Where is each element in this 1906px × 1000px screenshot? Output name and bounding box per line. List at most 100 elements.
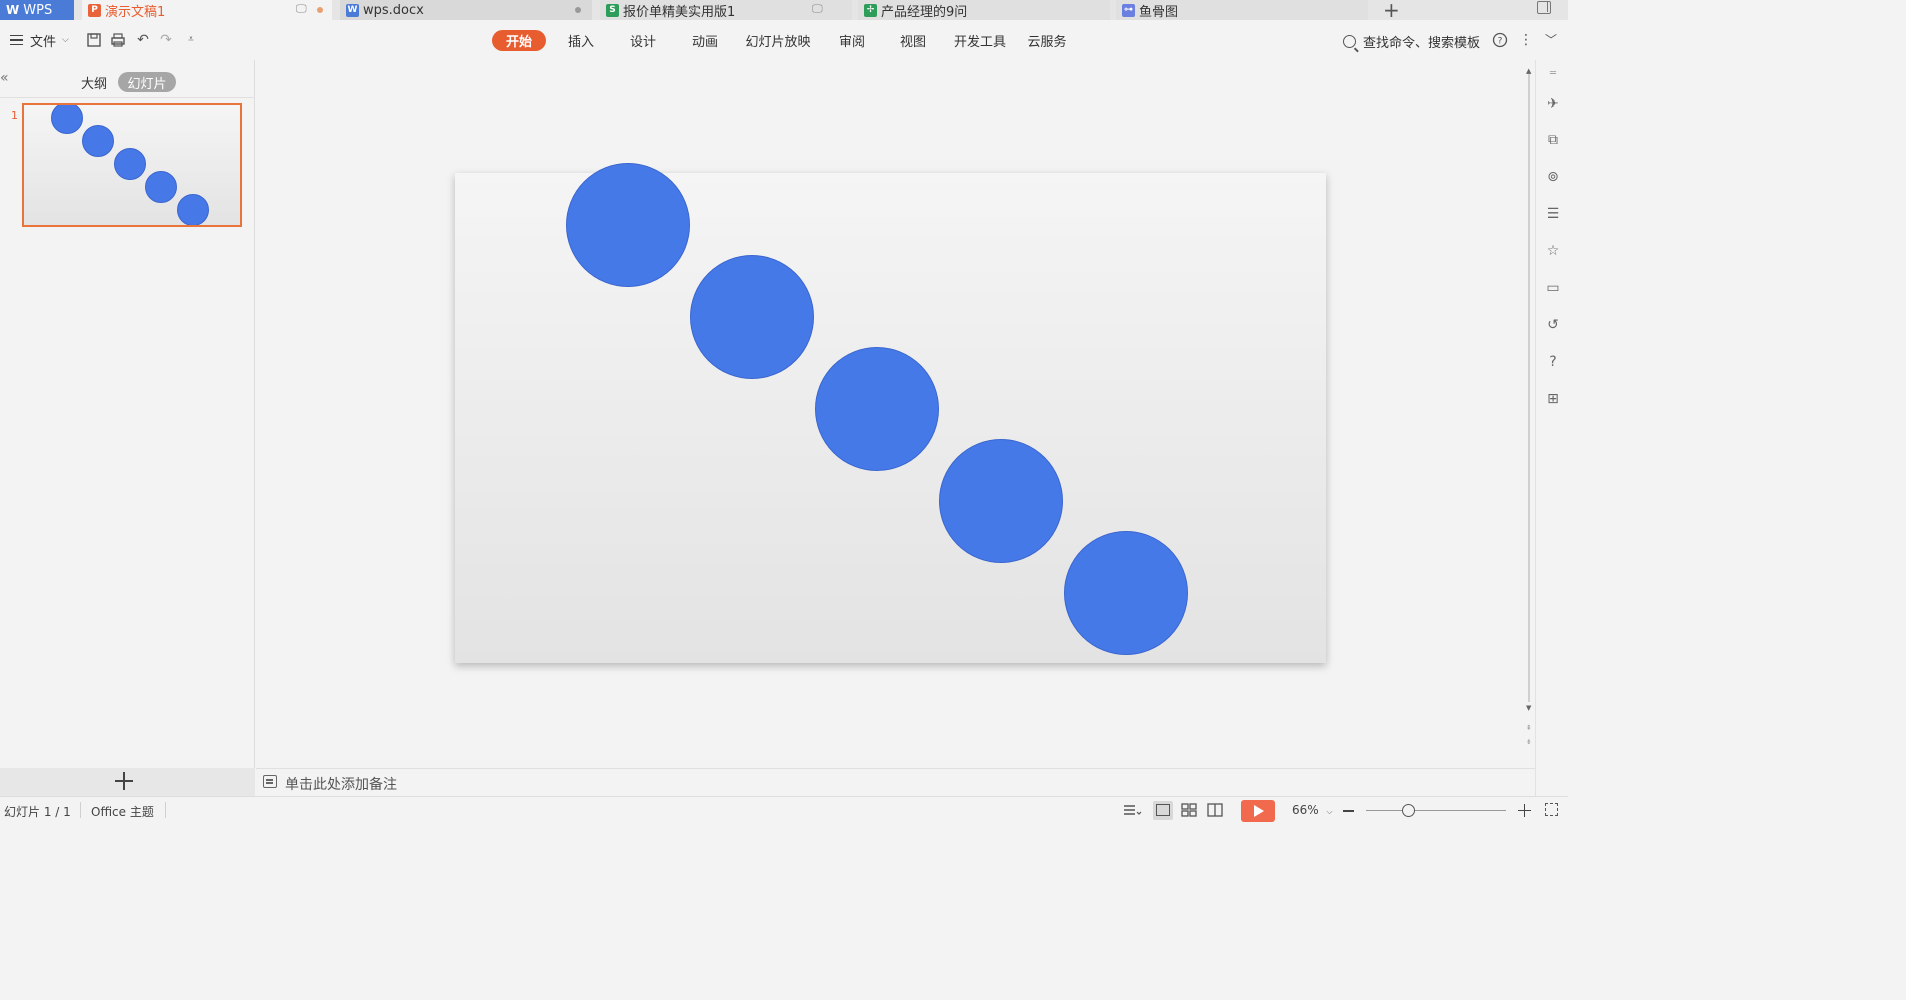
scroll-down-icon[interactable]: ▼ bbox=[1526, 704, 1531, 712]
hamburger-menu-icon[interactable] bbox=[10, 35, 23, 45]
menu-tab-review[interactable]: 审阅 bbox=[833, 30, 871, 51]
pin-icon[interactable]: ✈ bbox=[1545, 96, 1561, 112]
tab-slides[interactable]: 幻灯片 bbox=[118, 72, 176, 92]
help-circle-icon[interactable]: ? bbox=[1545, 354, 1561, 370]
menu-tab-insert[interactable]: 插入 bbox=[562, 30, 600, 51]
tab-fishbone[interactable]: ⊶ 鱼骨图 bbox=[1116, 0, 1368, 20]
right-sidebar: ═ ✈ ⧉ ⊚ ☰ ☆ ▭ ↺ ? ⊞ bbox=[1535, 60, 1568, 796]
help-icon[interactable]: ? bbox=[1492, 32, 1508, 48]
copy-shapes-icon[interactable]: ⧉ bbox=[1545, 132, 1561, 148]
normal-view-frame bbox=[1156, 804, 1170, 816]
more-options-icon[interactable]: ⋮ bbox=[1518, 32, 1534, 48]
circle-shape[interactable] bbox=[939, 439, 1063, 563]
slide-count: 幻灯片 1 / 1 bbox=[4, 805, 71, 819]
undo-icon[interactable]: ↶ bbox=[135, 32, 151, 48]
tab-document[interactable]: W wps.docx bbox=[340, 0, 592, 20]
tab-label: wps.docx bbox=[363, 2, 424, 18]
shapes-icon[interactable]: ⊚ bbox=[1545, 169, 1561, 185]
slide-editor bbox=[256, 60, 1524, 768]
scroll-track[interactable] bbox=[1528, 74, 1530, 702]
zoom-slider[interactable] bbox=[1366, 810, 1506, 811]
normal-view-icon[interactable] bbox=[1153, 801, 1173, 820]
circle-shape[interactable] bbox=[690, 255, 814, 379]
monitor-icon: 🖵 bbox=[296, 2, 307, 15]
tab-spreadsheet[interactable]: S 报价单精美实用版1 🖵 bbox=[600, 0, 852, 20]
tab-label: 产品经理的9问 bbox=[881, 4, 968, 20]
menu-tab-animation[interactable]: 动画 bbox=[686, 30, 724, 51]
search-label: 查找命令、搜索模板 bbox=[1363, 36, 1481, 51]
file-menu-label: 文件 bbox=[30, 34, 57, 50]
history-icon[interactable]: ↺ bbox=[1545, 317, 1561, 333]
menu-tab-slideshow[interactable]: 幻灯片放映 bbox=[744, 30, 812, 51]
menu-tab-cloud[interactable]: 云服务 bbox=[1026, 30, 1068, 51]
menu-tab-developer[interactable]: 开发工具 bbox=[952, 30, 1008, 51]
save-icon[interactable] bbox=[86, 32, 102, 48]
chevron-down-icon: ⌵ bbox=[62, 35, 69, 45]
next-slide-icon[interactable]: ⇟ bbox=[1526, 738, 1532, 746]
vertical-scrollbar[interactable]: ▲ ▼ ⇞ ⇟ bbox=[1524, 60, 1535, 768]
divider bbox=[0, 97, 255, 98]
redo-icon[interactable]: ↷ bbox=[158, 32, 174, 48]
add-slide-icon[interactable] bbox=[115, 772, 133, 790]
zoom-level[interactable]: 66% ⌵ bbox=[1292, 803, 1333, 817]
flowchart-file-icon: ⊶ bbox=[1122, 3, 1135, 17]
slide-thumbnail[interactable] bbox=[22, 103, 242, 227]
tab-label: 鱼骨图 bbox=[1139, 4, 1179, 20]
tab-outline[interactable]: 大纲 bbox=[78, 72, 110, 92]
archive-icon[interactable]: ▭ bbox=[1545, 280, 1561, 296]
tab-status-dot-icon bbox=[575, 7, 581, 13]
notes-pane[interactable]: 单击此处添加备注 bbox=[256, 768, 1535, 796]
slide-sorter-icon[interactable] bbox=[1179, 801, 1199, 820]
slide-panel: « 大纲 幻灯片 1 bbox=[0, 60, 255, 768]
previous-slide-icon[interactable]: ⇞ bbox=[1526, 724, 1532, 732]
customize-toolbar-icon[interactable]: ⩡ bbox=[183, 32, 199, 48]
search-icon bbox=[1343, 35, 1356, 48]
circle-shape[interactable] bbox=[566, 163, 690, 287]
command-search[interactable]: 查找命令、搜索模板 bbox=[1343, 32, 1480, 51]
mindmap-file-icon: ✢ bbox=[864, 3, 877, 17]
tab-label: 演示文稿1 bbox=[105, 4, 166, 20]
apps-grid-icon[interactable]: ⊞ bbox=[1545, 391, 1561, 407]
theme-name[interactable]: Office 主题 bbox=[91, 803, 154, 820]
print-icon[interactable] bbox=[110, 32, 126, 48]
add-tab-icon[interactable]: + bbox=[1383, 0, 1400, 22]
thumbnail-circle-shape bbox=[114, 148, 146, 180]
play-slideshow-button[interactable] bbox=[1241, 800, 1275, 822]
tab-label: WPS bbox=[23, 2, 53, 18]
collapse-ribbon-icon[interactable]: ﹀ bbox=[1543, 32, 1559, 48]
menu-tab-view[interactable]: 视图 bbox=[894, 30, 932, 51]
fit-window-icon[interactable] bbox=[1545, 803, 1558, 816]
slide-canvas[interactable] bbox=[455, 163, 1326, 663]
add-slide-bar bbox=[0, 768, 255, 796]
tab-presentation[interactable]: P 演示文稿1 🖵 bbox=[82, 0, 332, 20]
tab-label: 报价单精美实用版1 bbox=[623, 4, 736, 20]
notes-placeholder[interactable]: 单击此处添加备注 bbox=[285, 774, 397, 794]
collapse-panel-icon[interactable]: « bbox=[0, 70, 9, 86]
monitor-icon: 🖵 bbox=[812, 2, 823, 15]
circle-shape[interactable] bbox=[1064, 531, 1188, 655]
circle-shape[interactable] bbox=[815, 347, 939, 471]
drag-handle-icon[interactable]: ═ bbox=[1545, 66, 1561, 82]
settings-sliders-icon[interactable]: ☰ bbox=[1545, 206, 1561, 222]
menu-tab-design[interactable]: 设计 bbox=[624, 30, 662, 51]
thumbnail-circle-shape bbox=[177, 194, 209, 225]
tab-mindmap[interactable]: ✢ 产品经理的9问 bbox=[858, 0, 1110, 20]
file-menu-button[interactable]: 文件 ⌵ bbox=[30, 30, 69, 50]
notes-toggle-icon[interactable] bbox=[1122, 801, 1142, 820]
thumbnail-circle-shape bbox=[82, 125, 114, 157]
menu-tab-home[interactable]: 开始 bbox=[492, 30, 546, 51]
window-layout-icon[interactable] bbox=[1537, 1, 1551, 14]
reading-view-icon[interactable] bbox=[1205, 801, 1225, 820]
toolbar: 文件 ⌵ ↶ ↷ ⩡ 开始 插入 设计 动画 幻灯片放映 审阅 视图 开发工具 … bbox=[0, 20, 1568, 60]
star-icon[interactable]: ☆ bbox=[1545, 243, 1561, 259]
divider bbox=[165, 802, 166, 818]
unsaved-dot-icon bbox=[317, 7, 323, 13]
zoom-slider-handle[interactable] bbox=[1402, 804, 1415, 817]
zoom-in-icon[interactable] bbox=[1518, 804, 1531, 817]
divider bbox=[80, 802, 81, 818]
tab-wps-home[interactable]: W WPS bbox=[0, 0, 74, 20]
comment-icon bbox=[263, 775, 277, 788]
svg-text:?: ? bbox=[1498, 37, 1503, 47]
thumbnail-circle-shape bbox=[51, 105, 83, 134]
zoom-out-icon[interactable] bbox=[1343, 810, 1354, 812]
